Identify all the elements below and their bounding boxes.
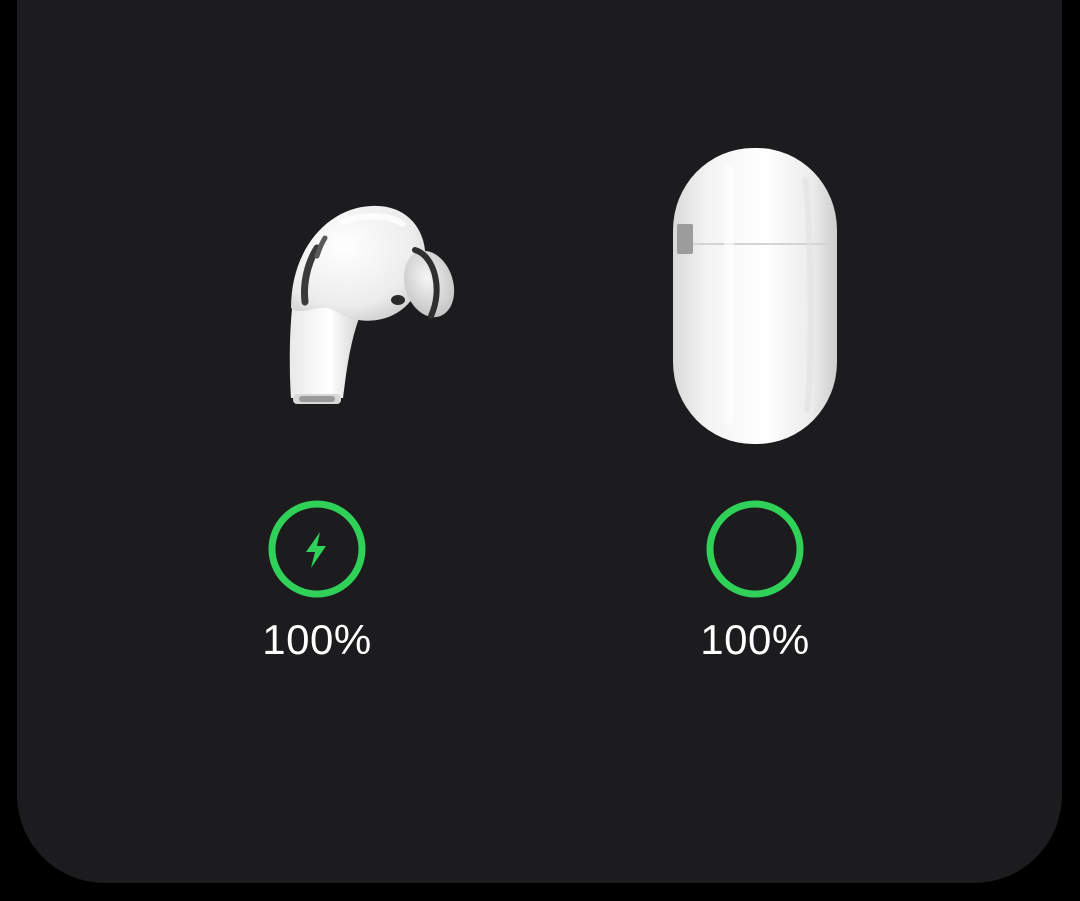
case-battery-ring	[704, 498, 806, 600]
lightning-bolt-icon	[306, 532, 326, 568]
earbud-battery-percent: 100%	[262, 616, 372, 663]
case-battery-percent: 100%	[700, 616, 810, 663]
airpod-earbud-icon	[167, 140, 467, 460]
earbud-battery-widget: 100%	[167, 0, 467, 901]
case-battery-widget: 100%	[605, 0, 905, 901]
airpods-case-icon	[605, 140, 905, 460]
earbud-battery-ring	[266, 498, 368, 600]
